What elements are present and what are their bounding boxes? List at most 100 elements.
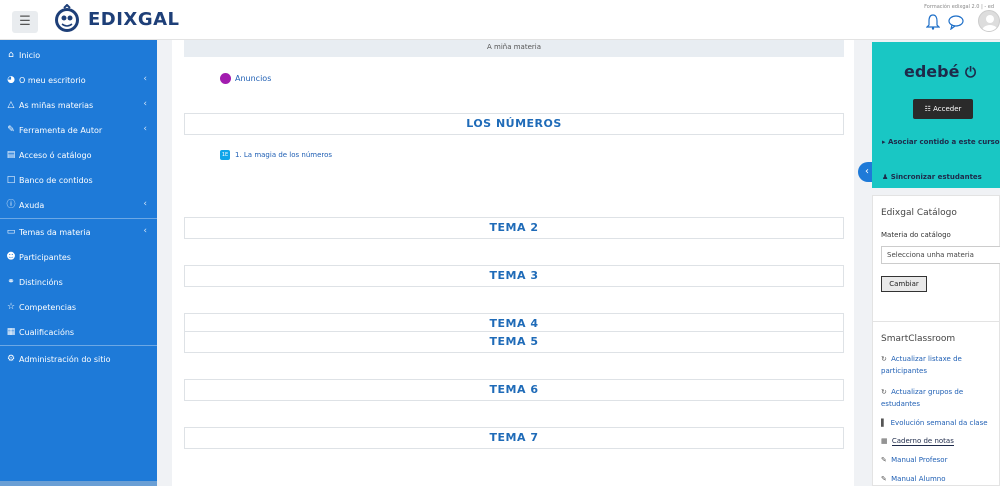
sidebar-item-distincions[interactable]: ⚭ Distincións [0,270,157,294]
chevron-left-icon: ‹ [143,74,147,84]
refresh-icon: ↻ [881,388,887,396]
home-icon: ⌂ [8,50,14,60]
bell-icon[interactable] [926,14,940,30]
edebe-block: edebé ⏻ ☷ Acceder ▸ Asociar contido a es… [872,42,1000,188]
smartclassroom-block: SmartClassroom ↻ Actualizar listaxe de p… [872,321,1000,486]
cambiar-button[interactable]: Cambiar [881,276,927,292]
sidebar-item-label: Ferramenta de Autor [19,125,103,135]
top-navbar: ☰ EDIXGAL Formación edixgal 2.0 | - ed [0,0,1000,40]
link-label: Actualizar grupos de estudantes [881,388,964,408]
sitemap-icon: ▤ [6,150,16,160]
brand-name[interactable]: EDIXGAL [88,9,180,30]
acceder-label: Acceder [933,105,962,113]
smartclassroom-title: SmartClassroom [881,334,956,344]
catalog-title: Edixgal Catálogo [881,208,957,218]
activity-link[interactable]: 1E 1. La magia de los números [220,150,332,160]
section-tema-3[interactable]: TEMA 3 [184,265,844,287]
sidebar-item-label: Administración do sitio [19,354,111,364]
sincronizar-label: Sincronizar estudantes [890,173,982,181]
sidebar-item-label: Temas da materia [19,227,91,237]
sidebar-item-label: O meu escritorio [19,75,86,85]
actualizar-grupos-link[interactable]: ↻ Actualizar grupos de estudantes [881,386,1000,410]
actualizar-participantes-link[interactable]: ↻ Actualizar listaxe de participantes [881,353,1000,377]
asociar-link[interactable]: ▸ Asociar contido a este curso [882,136,1000,148]
chevron-left-icon: ‹ [143,226,147,236]
chevron-left-icon: ‹ [143,99,147,109]
anuncios-label: Anuncios [235,74,272,83]
institution-icon: ☷ [924,105,934,113]
manual-profesor-link[interactable]: ✎ Manual Profesor [881,454,1000,466]
section-los-numeros[interactable]: LOS NÚMEROS [184,113,844,135]
sidebar-item-escritorio[interactable]: ◕ O meu escritorio ‹ [0,68,157,92]
cog-icon: ⚙ [6,354,16,364]
sidebar-item-label: Cualificacións [19,327,75,337]
sidebar-item-temas[interactable]: ▭ Temas da materia ‹ [0,220,157,244]
section-tema-7[interactable]: TEMA 7 [184,427,844,449]
clipboard-icon: □ [6,175,16,185]
sidebar-item-label: Axuda [19,200,45,210]
edebe-logo-text: edebé [904,62,960,81]
edit-icon: ✎ [881,456,887,464]
refresh-icon: ↻ [881,355,887,363]
edebe-on-icon: ⏻ [965,65,977,81]
user-avatar[interactable] [978,10,1000,32]
link-label: Manual Alumno [891,475,946,483]
sidebar-item-materias[interactable]: △ As miñas materias ‹ [0,93,157,117]
hamburger-icon[interactable]: ☰ [12,11,38,33]
caderno-notas-link[interactable]: ▦ Caderno de notas [881,435,1000,447]
catalog-select-value: Selecciona unha materia [887,251,974,259]
chevron-left-icon: ‹ [143,199,147,209]
dashboard-icon: ◕ [7,75,15,85]
badge-icon: ⚭ [7,277,15,287]
sidebar-item-label: As miñas materias [19,100,94,110]
sidebar-item-label: Acceso ó catálogo [19,150,92,160]
anuncios-link[interactable]: Anuncios [220,73,271,84]
chat-icon[interactable] [948,14,964,30]
sidebar-item-inicio[interactable]: ⌂ Inicio [0,43,157,67]
sidebar-item-ferramenta[interactable]: ✎ Ferramenta de Autor ‹ [0,118,157,142]
sidebar-item-cualificacions[interactable]: ▦ Cualificacións [0,320,157,344]
course-content: A miña materia Anuncios LOS NÚMEROS 1E 1… [172,40,854,486]
sidebar-item-label: Inicio [19,50,41,60]
link-label: Actualizar listaxe de participantes [881,355,962,375]
activity-icon: 1E [220,150,230,160]
sidebar-footer [0,481,157,486]
sidebar-divider [0,218,157,219]
users-icon: ☻ [6,252,16,262]
sincronizar-link[interactable]: ♟ Sincronizar estudantes [882,173,982,181]
sidebar-item-axuda[interactable]: ⓘ Axuda ‹ [0,193,157,217]
evolucion-semanal-link[interactable]: ▌ Evolución semanal da clase [881,417,1000,429]
sidebar-item-banco[interactable]: □ Banco de contidos [0,168,157,192]
users-icon: ♟ [882,173,891,181]
section-tema-5[interactable]: TEMA 5 [184,331,844,353]
section-tema-2[interactable]: TEMA 2 [184,217,844,239]
link-label: Caderno de notas [891,437,954,446]
sidebar-item-catalogo[interactable]: ▤ Acceso ó catálogo [0,143,157,167]
section-header: A miña materia [184,40,844,57]
manual-alumno-link[interactable]: ✎ Manual Alumno [881,473,1000,485]
section-tema-6[interactable]: TEMA 6 [184,379,844,401]
sidebar-item-label: Participantes [19,252,71,262]
folder-icon: ▭ [6,227,16,237]
sidebar: ⌂ Inicio ◕ O meu escritorio ‹ △ As miñas… [0,40,157,486]
catalog-label: Materia do catálogo [881,231,951,239]
bar-chart-icon: ▌ [881,419,887,427]
catalog-select[interactable]: Selecciona unha materia [881,246,1000,264]
sidebar-item-label: Competencias [19,302,77,312]
sidebar-item-administracion[interactable]: ⚙ Administración do sitio [0,347,157,371]
sidebar-item-competencias[interactable]: ☆ Competencias [0,295,157,319]
help-icon: ⓘ [6,200,16,210]
graduation-icon: △ [7,100,15,110]
link-label: Manual Profesor [891,456,948,464]
pencil-icon: ✎ [7,125,15,135]
asociar-label: Asociar contido a este curso [887,138,1000,146]
activity-label: 1. La magia de los números [235,151,333,159]
right-blocks-column: edebé ⏻ ☷ Acceder ▸ Asociar contido a es… [872,40,1000,486]
sidebar-item-label: Distincións [19,277,63,287]
user-context-text: Formación edixgal 2.0 | - ed [924,4,994,10]
acceder-button[interactable]: ☷ Acceder [913,99,973,119]
link-label: Evolución semanal da clase [890,419,988,427]
edebe-logo: edebé ⏻ [904,62,976,81]
sidebar-item-participantes[interactable]: ☻ Participantes [0,245,157,269]
edixgal-logo-icon[interactable] [52,4,82,34]
